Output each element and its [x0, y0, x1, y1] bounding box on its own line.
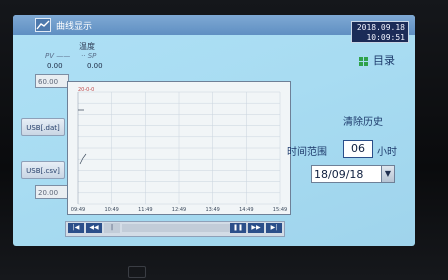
window-title: 曲线显示: [56, 22, 93, 32]
scroll-back-small-button[interactable]: |: [104, 223, 120, 233]
scroll-forward-button[interactable]: ▶▶: [248, 223, 264, 233]
x-tick-label: 13:49: [205, 207, 219, 213]
datetime-display: 2018.09.18 10:09:51: [351, 21, 409, 43]
menu-button[interactable]: 目录: [357, 53, 405, 69]
x-tick-label: 12:49: [172, 207, 186, 213]
date-select[interactable]: 18/09/18: [311, 165, 383, 183]
sp-legend: ·· SP: [81, 52, 97, 60]
usb-dat-button[interactable]: USB[.dat]: [21, 118, 65, 136]
y-max-field[interactable]: 60.00: [35, 74, 69, 88]
time-range-unit: 小时: [377, 147, 397, 158]
legend-title: 温度: [79, 42, 95, 51]
scroll-end-button[interactable]: ▶|: [266, 223, 282, 233]
brand-logo: [128, 266, 146, 278]
pv-label: PV: [45, 52, 55, 60]
hmi-screen: 曲线显示 2018.09.18 10:09:51 目录 温度 PV —— ·· …: [13, 15, 415, 246]
pv-value: 0.00: [47, 62, 63, 70]
trend-chart-svg: 20-0-0 09:49 10:49 11:49 12:49 13:49 14:49 15:…: [68, 82, 290, 214]
date-text: 2018.09.18: [356, 23, 405, 32]
pv-legend: PV ——: [45, 52, 71, 60]
x-tick-label: 09:49: [71, 207, 85, 213]
x-tick-label: 10:49: [104, 207, 118, 213]
x-tick-label: 11:49: [138, 207, 152, 213]
chart-navigation-bar: |◀ ◀◀ | ❚❚ ▶▶ ▶|: [65, 221, 285, 237]
scroll-back-button[interactable]: ◀◀: [86, 223, 102, 233]
trend-chart[interactable]: 20-0-0 09:49 10:49 11:49 12:49 13:49 14:49 15:…: [67, 81, 291, 215]
sp-value: 0.00: [87, 62, 103, 70]
usb-csv-button[interactable]: USB[.csv]: [21, 161, 65, 179]
time-text: 10:09:51: [366, 33, 405, 42]
x-tick-label: 15:49: [273, 207, 287, 213]
time-range-label: 时间范围: [287, 147, 327, 158]
trend-icon: [35, 18, 51, 32]
time-range-input[interactable]: 06: [343, 140, 373, 158]
chevron-down-icon[interactable]: ▼: [381, 165, 395, 183]
sp-label: SP: [87, 52, 97, 60]
clear-history-button[interactable]: 清除历史: [343, 115, 399, 131]
menu-label: 目录: [373, 54, 395, 67]
x-tick-label: 14:49: [239, 207, 253, 213]
pause-button[interactable]: ❚❚: [230, 223, 246, 233]
grid-icon: [359, 57, 368, 66]
scroll-start-button[interactable]: |◀: [68, 223, 84, 233]
y-min-field[interactable]: 20.00: [35, 185, 69, 199]
